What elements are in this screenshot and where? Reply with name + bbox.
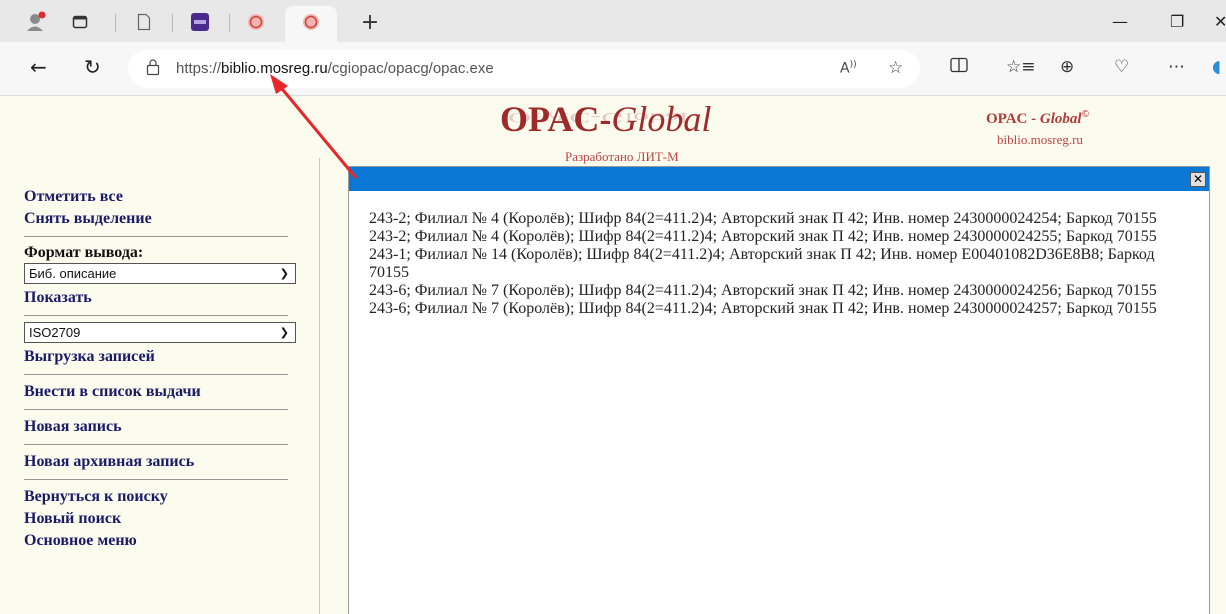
back-to-search-link[interactable]: Вернуться к поиску [0, 486, 320, 508]
tab-active-favicon-icon [299, 10, 323, 34]
new-tab-plus-icon[interactable]: + [358, 10, 382, 35]
refresh-icon[interactable]: ↻ [84, 55, 101, 79]
split-screen-icon[interactable] [950, 57, 968, 78]
close-icon[interactable]: ✕ [1190, 172, 1206, 187]
logo-right-title: OPAC - Global© [986, 109, 1090, 127]
logo-title: OPAC-Global [500, 99, 712, 139]
new-search-link[interactable]: Новый поиск [0, 508, 320, 530]
tab-site-favicon-icon[interactable] [188, 10, 212, 34]
export-format-select[interactable]: ISO2709 ❯ [24, 322, 296, 343]
holding-record: 243-2; Филиал № 4 (Королёв); Шифр 84(2=4… [369, 228, 1157, 245]
minimize-icon[interactable]: — [1112, 12, 1128, 31]
main-menu-link[interactable]: Основное меню [0, 530, 320, 552]
new-record-link[interactable]: Новая запись [0, 416, 320, 438]
divider [24, 236, 288, 237]
divider [24, 479, 288, 480]
holding-record: 243-1; Филиал № 14 (Королёв); Шифр 84(2=… [369, 246, 1155, 281]
lock-icon[interactable] [146, 58, 160, 81]
holding-record: 243-6; Филиал № 7 (Королёв); Шифр 84(2=4… [369, 300, 1157, 317]
tab-actions-icon[interactable] [68, 10, 92, 34]
back-arrow-icon[interactable]: ← [30, 55, 47, 79]
deselect-link[interactable]: Снять выделение [0, 208, 320, 230]
popup-body: 243-2; Филиал № 4 (Королёв); Шифр 84(2=4… [349, 191, 1209, 318]
tab-blank-page-icon[interactable] [132, 10, 156, 34]
favorites-icon[interactable]: ☆≡ [1006, 57, 1035, 77]
profile-icon[interactable] [24, 10, 48, 34]
add-to-list-link[interactable]: Внести в список выдачи [0, 381, 320, 403]
divider [24, 409, 288, 410]
divider [24, 374, 288, 375]
browser-essentials-icon[interactable]: ♡ [1114, 57, 1129, 77]
export-records-link[interactable]: Выгрузка записей [0, 346, 320, 368]
holding-record: 243-2; Филиал № 4 (Королёв); Шифр 84(2=4… [369, 210, 1157, 227]
page-content: OPAC-Global OPAC-Global Разработано ЛИТ-… [0, 96, 1226, 614]
format-select[interactable]: Биб. описание ❯ [24, 263, 296, 284]
new-archive-record-link[interactable]: Новая архивная запись [0, 451, 320, 473]
tab-opac-favicon-icon[interactable] [244, 10, 268, 34]
browser-tab-bar: + — ❐ ✕ [0, 0, 1226, 42]
select-all-link[interactable]: Отметить все [0, 186, 320, 208]
close-window-icon[interactable]: ✕ [1214, 12, 1226, 31]
copilot-icon[interactable]: ◖ [1212, 57, 1221, 77]
logo-subtitle: Разработано ЛИТ-М [565, 149, 679, 164]
favorite-star-icon[interactable]: ☆ [888, 58, 903, 78]
popup-title-bar: ✕ [349, 167, 1209, 191]
browser-toolbar: ← ↻ https://biblio.mosreg.ru/cgiopac/opa… [0, 42, 1226, 96]
chevron-down-icon: ❯ [279, 267, 289, 280]
read-aloud-icon[interactable]: A)) [840, 60, 857, 77]
address-bar[interactable]: https://biblio.mosreg.ru/cgiopac/opacg/o… [128, 50, 920, 88]
divider [24, 444, 288, 445]
logo-right-url: biblio.mosreg.ru [997, 132, 1083, 147]
sidebar: Отметить все Снять выделение Формат выво… [0, 186, 320, 552]
tab-active[interactable] [285, 6, 337, 42]
show-link[interactable]: Показать [0, 287, 320, 309]
collections-icon[interactable]: ⊕ [1060, 57, 1074, 77]
holding-record: 243-6; Филиал № 7 (Королёв); Шифр 84(2=4… [369, 282, 1157, 299]
url-text[interactable]: https://biblio.mosreg.ru/cgiopac/opacg/o… [176, 60, 494, 77]
holdings-popup: ✕ 243-2; Филиал № 4 (Королёв); Шифр 84(2… [348, 166, 1210, 614]
more-menu-icon[interactable]: ⋯ [1168, 57, 1185, 77]
format-label: Формат вывода: [24, 244, 144, 261]
chevron-down-icon: ❯ [279, 326, 289, 339]
restore-icon[interactable]: ❐ [1170, 12, 1184, 31]
divider [24, 315, 288, 316]
